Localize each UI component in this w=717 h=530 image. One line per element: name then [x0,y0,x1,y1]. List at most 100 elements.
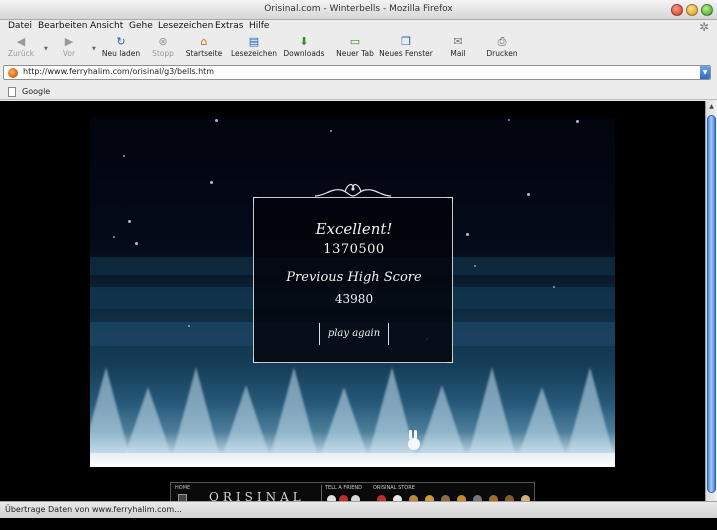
snowflake [135,242,138,245]
snowy-tree [270,367,318,457]
previous-high-score: 43980 [334,292,374,306]
play-again-button[interactable]: play again [319,323,389,345]
forward-arrow-icon: ▶ [64,35,74,48]
reload-label: Neu laden [101,49,141,58]
panel-corner [447,357,453,363]
new-tab-button[interactable]: ▭ Neuer Tab [334,34,376,62]
snowy-tree [124,387,172,457]
snowy-tree [418,385,466,457]
url-history-dropdown-icon[interactable]: ▼ [700,66,710,79]
url-input[interactable]: http://www.ferryhalim.com/orisinal/g3/be… [3,65,711,80]
forward-label: Vor [62,49,76,58]
browser-window: Orisinal.com - Winterbells - Mozilla Fir… [0,0,717,530]
back-dropdown-icon[interactable]: ▼ [44,46,48,52]
window-title: Orisinal.com - Winterbells - Mozilla Fir… [264,4,453,14]
panel-corner [253,357,259,363]
page-content: Excellent! 1370500 Previous High Score 4… [0,101,705,501]
menu-ansicht[interactable]: Ansicht [90,21,123,31]
home-link[interactable] [178,494,187,501]
scrollbar-thumb[interactable] [707,115,716,493]
snowy-tree [566,367,614,457]
new-tab-icon: ▭ [349,35,361,48]
reload-button[interactable]: ↻ Neu laden [101,34,141,62]
bookmarks-toolbar: Google [0,84,717,100]
home-icon: ⌂ [200,35,208,48]
close-window-button[interactable] [671,4,683,16]
site-favicon-icon [8,68,18,78]
snowflake [210,181,213,184]
snowy-tree [172,367,220,457]
bunny-character [406,430,422,452]
snowy-tree [468,367,516,457]
downloads-icon: ⬇ [299,35,309,48]
snowflake [215,119,218,122]
previous-high-score-label: Previous High Score [286,270,422,285]
bookmarks-button[interactable]: ▤ Lesezeichen [230,34,278,62]
zoom-window-button[interactable] [701,4,713,16]
menu-bearbeiten[interactable]: Bearbeiten [38,21,87,31]
snowy-tree [320,387,368,457]
current-score: 1370500 [323,242,385,257]
orisinal-logo[interactable]: ORISINAL [209,490,305,501]
home-button[interactable]: ⌂ Startseite [184,34,224,62]
downloads-button[interactable]: ⬇ Downloads [282,34,326,62]
new-tab-label: Neuer Tab [336,49,374,58]
snowflake [188,325,190,327]
store-link[interactable]: ORISINAL STORE [373,485,415,491]
headline: Excellent! [315,220,393,238]
new-window-label: Neues Fenster [379,49,433,58]
reload-icon: ↻ [116,35,126,48]
game-canvas[interactable]: Excellent! 1370500 Previous High Score 4… [90,117,615,467]
throbber-icon: ✲ [699,20,710,34]
menu-gehe[interactable]: Gehe [129,21,153,31]
menu-extras[interactable]: Extras [215,21,243,31]
mail-button[interactable]: ✉ Mail [444,34,472,62]
status-bar: Übertrage Daten von www.ferryhalim.com..… [0,501,717,518]
navigation-toolbar: ◀ Zurück ▼ ▶ Vor ▼ ↻ Neu laden ⊗ Stopp ⌂… [0,34,717,62]
stop-label: Stopp [152,49,174,58]
bunny-body [408,438,420,450]
vertical-scrollbar[interactable]: ▲ [705,101,717,501]
minimize-window-button[interactable] [686,4,698,16]
bookmark-google[interactable]: Google [22,87,50,96]
stop-button[interactable]: ⊗ Stopp [148,34,178,62]
score-panel: Excellent! 1370500 Previous High Score 4… [253,197,453,363]
url-text: http://www.ferryhalim.com/orisinal/g3/be… [23,67,215,76]
print-icon: ⎙ [497,35,507,48]
back-arrow-icon: ◀ [16,35,26,48]
orisinal-nav-bar: HOME ORISINAL TELL A FRIEND ORISINAL STO… [170,482,535,501]
snowflake [123,155,125,157]
panel-corner [253,197,259,203]
snowy-tree [518,387,566,457]
snowflake [113,236,115,238]
menu-hilfe[interactable]: Hilfe [249,21,269,31]
snowflake [128,220,131,223]
snow-ground [90,453,615,467]
new-window-button[interactable]: ❐ Neues Fenster [378,34,434,62]
mail-icon: ✉ [453,35,463,48]
forward-button[interactable]: ▶ Vor [54,34,84,62]
scroll-up-icon[interactable]: ▲ [707,103,716,112]
stop-icon: ⊗ [158,35,168,48]
location-bar: http://www.ferryhalim.com/orisinal/g3/be… [0,64,717,82]
tell-a-friend-link[interactable]: TELL A FRIEND [325,485,362,491]
snowflake [508,119,510,121]
snowy-tree [222,385,270,457]
menu-bar: Datei Bearbeiten Ansicht Gehe Lesezeiche… [0,20,717,34]
bookmarks-label: Lesezeichen [230,49,278,58]
home-label: Startseite [185,49,223,58]
print-button[interactable]: ⎙ Drucken [484,34,520,62]
forward-dropdown-icon[interactable]: ▼ [92,46,96,52]
mail-label: Mail [450,49,466,58]
home-link-label: HOME [175,485,191,491]
divider [321,485,322,501]
print-label: Drucken [486,49,518,58]
status-text: Übertrage Daten von www.ferryhalim.com..… [5,505,182,514]
menu-lesezeichen[interactable]: Lesezeichen [158,21,213,31]
panel-corner [447,197,453,203]
menu-datei[interactable]: Datei [8,21,32,31]
back-button[interactable]: ◀ Zurück [6,34,36,62]
snowflake [466,233,469,236]
new-window-icon: ❐ [401,35,411,48]
snowflake [553,286,555,288]
